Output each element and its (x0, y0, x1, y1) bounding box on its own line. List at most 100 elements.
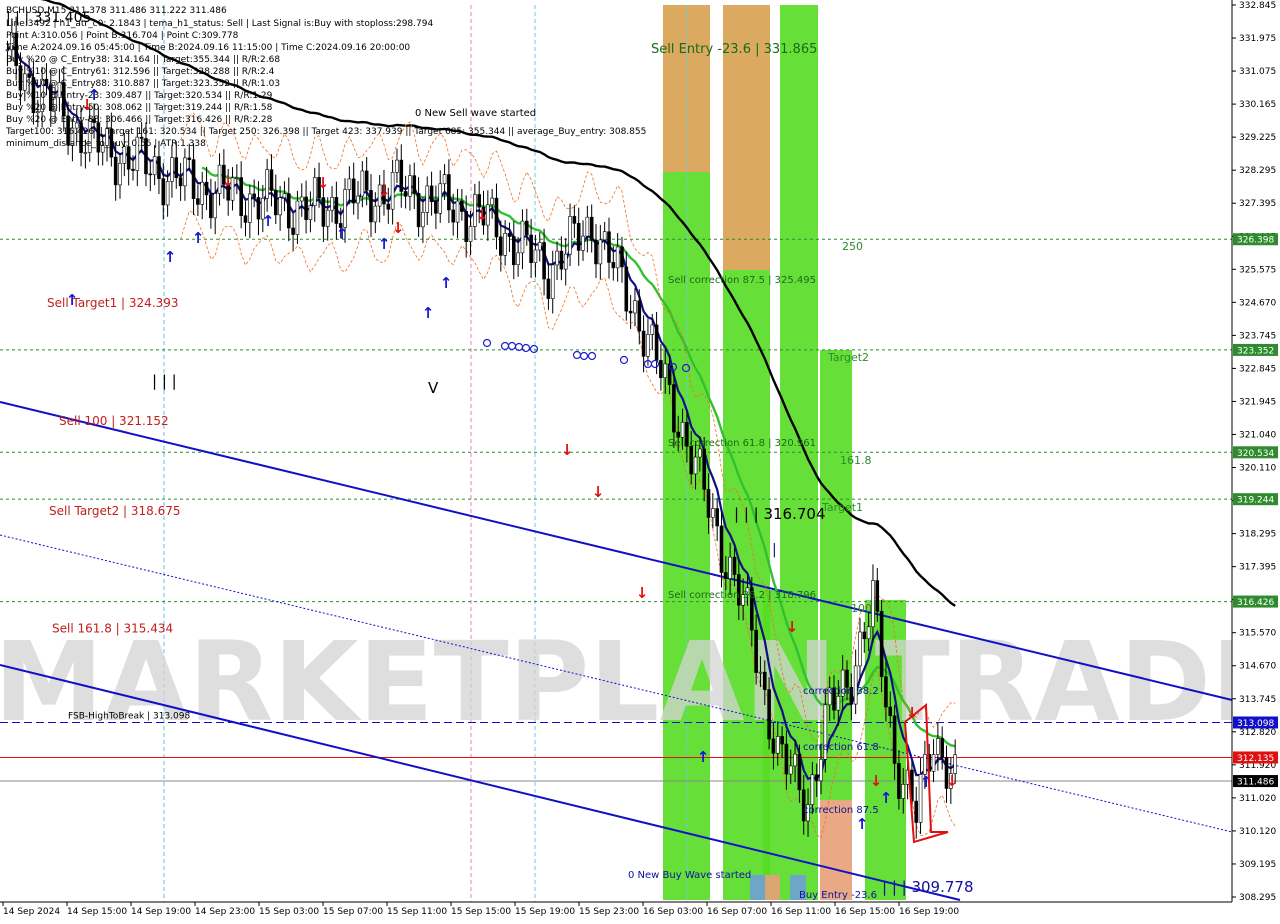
price-level-label: 323.352 (1237, 346, 1274, 356)
candle-body (390, 172, 395, 210)
zone-annotation: 100 (851, 602, 872, 615)
candle-body (308, 205, 313, 220)
buy-arrow-icon: ↑ (422, 304, 435, 322)
time-tick-label: 15 Sep 19:00 (515, 907, 575, 917)
price-tick-label: 328.295 (1239, 166, 1276, 176)
candle-body (429, 185, 434, 203)
candle-body (615, 246, 620, 269)
info-line: Buy %10 @ Entry-23: 309.487 || Target:32… (6, 91, 273, 101)
candle-body (646, 334, 650, 357)
sell-arrow-icon: ↓ (222, 172, 235, 190)
candle-body (165, 181, 170, 206)
candle-body (866, 626, 871, 640)
candle-body (728, 556, 732, 579)
zone-annotation: | | | 309.778 (882, 878, 974, 896)
buy-arrow-icon: ↑ (697, 748, 710, 766)
zone-annotation: correction 87.5 (803, 805, 879, 816)
candle-body (732, 556, 737, 575)
candle-body (511, 236, 516, 266)
candle-body (888, 706, 893, 717)
candle-body (862, 631, 867, 640)
price-level-label: 320.534 (1237, 449, 1274, 459)
zone-annotation: | | | (152, 372, 177, 390)
info-line: Buy %10 @ C_Entry88: 310.887 || Target:3… (6, 79, 280, 89)
candle-body (243, 215, 248, 223)
price-chart[interactable]: MARKETPLAN TRADE ↑↑↑↑↑↑↑↑↑↑↑↑↑↓↓ ↓ ↓↓↓↓↓↓↓… (0, 0, 1280, 920)
candle-body (650, 324, 655, 335)
chart-window: MARKETPLAN TRADE ↑ ↑ ↑ ↑ ↑ ↑ ↑ ↑ ↑ ↑ ↑ ↑ ↑ ↓ ↓ ↓ ↓ ↓ ↓ ↓ ↓ ↓ ↓… (0, 0, 1280, 920)
candle-body (464, 211, 468, 242)
candle-body (892, 715, 897, 764)
zone-annotation: Target1 (821, 501, 863, 514)
candle-body (858, 631, 862, 667)
time-tick-label: 14 Sep 23:00 (195, 907, 255, 917)
candle-body (209, 194, 213, 219)
candle-body (936, 738, 940, 755)
zone-annotation: | | | 316.704 (734, 505, 826, 523)
candle-body (953, 754, 957, 774)
candle-body (715, 508, 719, 527)
price-level-label: 326.398 (1237, 236, 1274, 246)
candle-body (178, 177, 183, 187)
info-line: Buy %20 @ C_Entry38: 314.164 || Target:3… (6, 55, 280, 65)
candle-body (408, 175, 412, 197)
info-line: minimum_distance_to_buy: 0.56 | ATR:1.33… (6, 139, 206, 149)
candle-body (680, 421, 685, 438)
price-level-label: 319.244 (1237, 496, 1274, 506)
candle-body (248, 193, 252, 223)
candle-body (607, 231, 611, 263)
price-tick-label: 318.295 (1239, 530, 1276, 540)
time-tick-label: 16 Sep 11:00 (771, 907, 831, 917)
candle-body (321, 197, 326, 227)
candle-body (191, 159, 196, 199)
sell-arrow-icon: ↓ (378, 182, 391, 200)
candle-body (282, 193, 287, 199)
zone-annotation: 161.8 (840, 454, 872, 467)
candle-body (788, 765, 793, 775)
candle-body (174, 157, 179, 179)
left-annotation: FSB-HighToBreak | 313.098 (68, 711, 190, 721)
sell-arrow-icon: ↓ (317, 174, 330, 192)
candle-body (520, 220, 525, 254)
candle-body (719, 525, 724, 573)
candle-body (797, 753, 802, 791)
candle-body (572, 216, 577, 224)
time-tick-label: 15 Sep 07:00 (323, 907, 383, 917)
candle-body (265, 169, 269, 199)
time-tick-label: 14 Sep 2024 (3, 907, 60, 917)
candle-body (490, 197, 494, 206)
zone-annotation: Sell correction 38.2 | 318.796 (668, 590, 816, 601)
candle-body (403, 191, 408, 197)
price-level-label: 312.135 (1237, 754, 1274, 764)
price-tick-label: 327.395 (1239, 199, 1276, 209)
candle-body (624, 266, 629, 312)
candle-body (702, 448, 706, 490)
candle-body (568, 216, 572, 255)
candle-body (442, 174, 447, 185)
price-tick-label: 315.570 (1239, 629, 1276, 639)
zone-annotation: Target2 (827, 351, 869, 364)
candle-body (633, 300, 637, 314)
candle-body (499, 236, 503, 256)
price-level-label: 316.426 (1237, 598, 1274, 608)
zone-annotation: 0 New Buy Wave started (628, 870, 751, 881)
time-tick-label: 15 Sep 03:00 (259, 907, 319, 917)
candle-body (784, 743, 789, 775)
candle-body (235, 177, 239, 179)
info-line: Buy %20 @ Entry-50: 308.062 || Target:31… (6, 103, 273, 113)
candle-body (754, 629, 758, 673)
candle-body (780, 736, 784, 745)
candle-body (931, 754, 936, 772)
price-tick-label: 312.820 (1239, 728, 1276, 738)
zone-annotation: Sell Entry -23.6 | 331.865 (651, 42, 817, 57)
price-tick-label: 309.195 (1239, 860, 1276, 870)
candle-body (793, 753, 797, 767)
buy-arrow-icon: ↑ (336, 225, 349, 243)
candle-body (542, 242, 546, 280)
price-tick-label: 310.120 (1239, 827, 1276, 837)
candle-body (654, 324, 659, 361)
candle-body (698, 448, 702, 458)
candle-body (611, 262, 616, 269)
info-line: Buy %20 @ Entry-88: 306.466 || Target:31… (6, 115, 273, 125)
candle-body (455, 200, 460, 223)
